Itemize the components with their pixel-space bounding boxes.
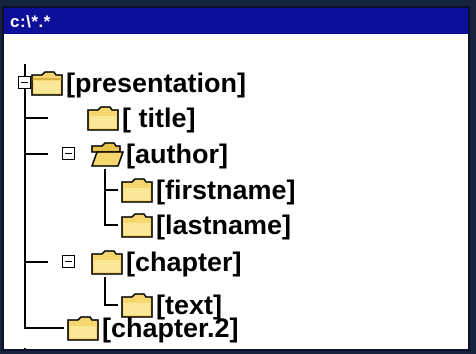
folder-closed-icon	[67, 316, 99, 341]
folder-closed-icon	[121, 213, 153, 238]
folder-open-icon	[90, 142, 124, 167]
window-title: c:\*.*	[10, 12, 51, 31]
folder-tree: [presentation] [ title] [author] [firstn…	[4, 36, 468, 349]
tree-node-firstname[interactable]: [firstname]	[120, 173, 296, 207]
tree-line	[104, 277, 106, 305]
tree-node-label: [chapter]	[126, 247, 242, 277]
tree-node-label: [presentation]	[66, 68, 247, 98]
tree-line	[104, 224, 118, 226]
tree-line	[24, 261, 48, 263]
tree-line	[24, 327, 64, 329]
tree-node-label: [author]	[126, 139, 228, 169]
folder-closed-icon	[87, 106, 119, 131]
tree-node-lastname[interactable]: [lastname]	[120, 208, 291, 242]
tree-node-author[interactable]: [author]	[90, 137, 228, 171]
tree-line	[104, 304, 118, 306]
tree-node-label: [firstname]	[156, 175, 296, 205]
tree-node-chapter-2[interactable]: [chapter.2]	[66, 311, 239, 345]
tree-node-label: [chapter.2]	[102, 313, 239, 343]
tree-node-label: [lastname]	[156, 210, 292, 240]
tree-line	[24, 117, 48, 119]
tree-line	[104, 189, 118, 191]
collapse-toggle-icon[interactable]	[62, 147, 75, 160]
title-bar[interactable]: c:\*.*	[4, 8, 468, 36]
folder-closed-icon	[121, 178, 153, 203]
tree-node-chapter[interactable]: [chapter]	[90, 245, 242, 279]
collapse-toggle-icon[interactable]	[62, 255, 75, 268]
folder-closed-icon	[91, 250, 123, 275]
tree-line	[104, 169, 106, 225]
tree-node-presentation[interactable]: [presentation]	[30, 66, 246, 100]
tree-line	[24, 153, 48, 155]
tree-node-label: [ title]	[122, 103, 196, 133]
tree-node-title[interactable]: [ title]	[86, 101, 196, 135]
tree-window: c:\*.* [presentation] [title] [author] …	[2, 6, 470, 351]
folder-closed-icon	[31, 71, 63, 96]
tree-line	[24, 64, 26, 328]
tree-line-dotted	[24, 348, 26, 349]
